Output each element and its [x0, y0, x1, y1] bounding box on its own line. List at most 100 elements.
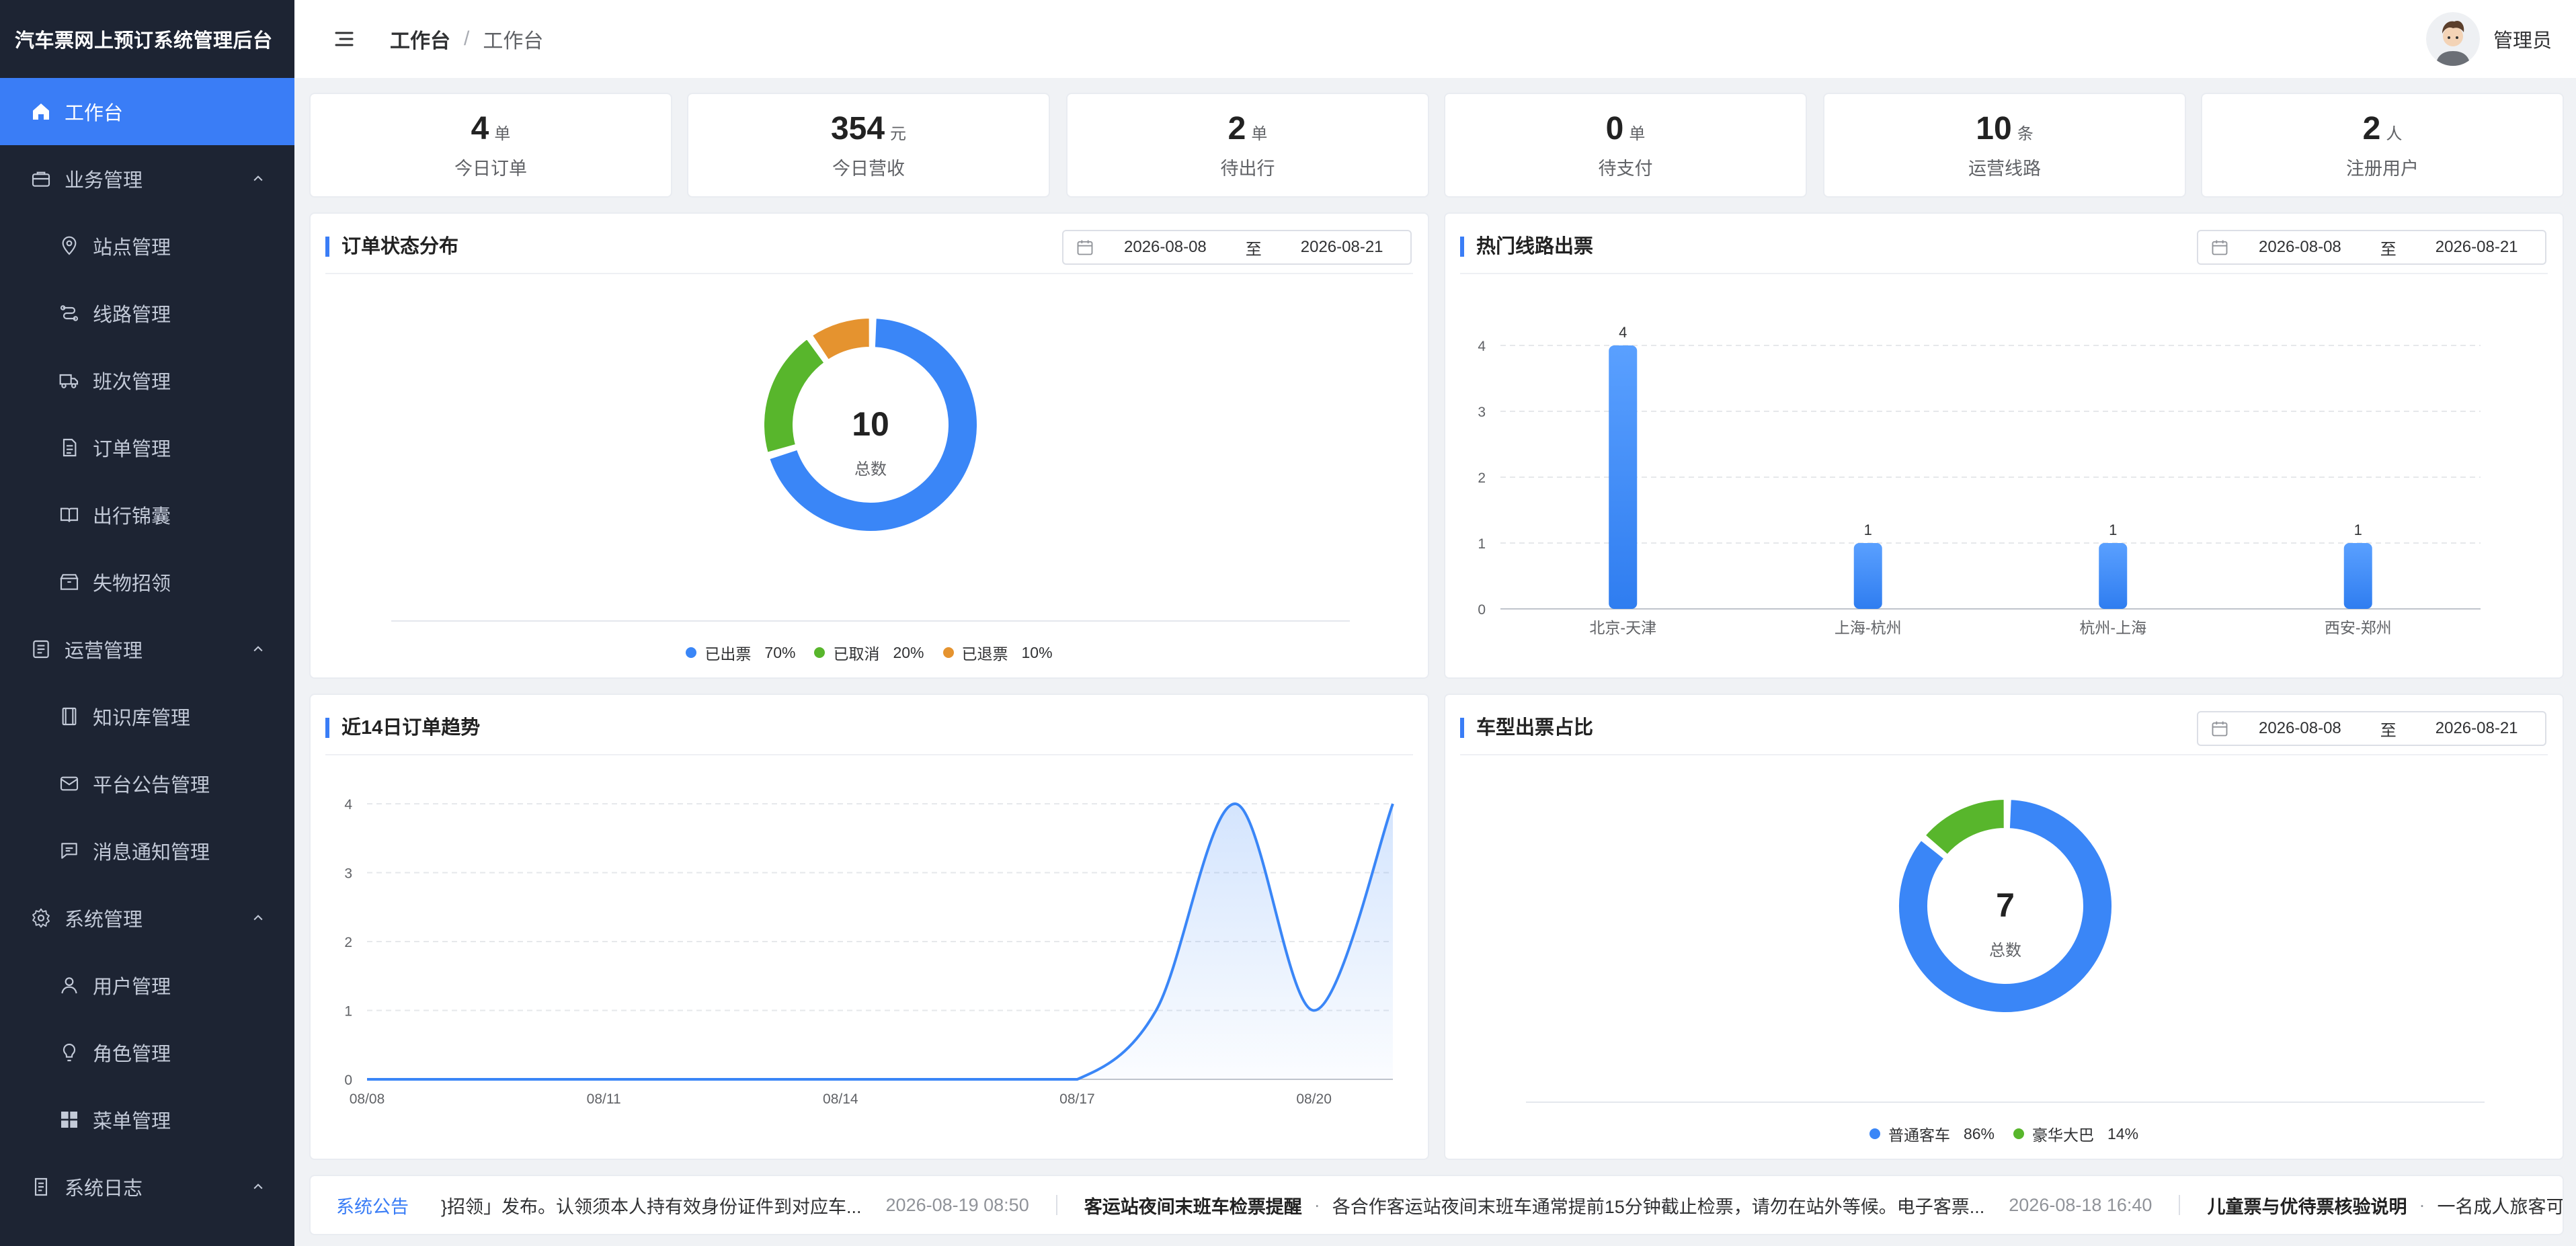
sidebar-item-box[interactable]: 失物招领	[0, 548, 294, 616]
panel-title: 车型出票占比	[1460, 718, 1593, 738]
notice-separator	[1055, 1195, 1057, 1215]
notice-item-title[interactable]: 客运站夜间末班车检票提醒	[1084, 1192, 1302, 1218]
panel-title: 订单状态分布	[325, 237, 458, 257]
user-icon	[58, 974, 81, 997]
stat-value: 2单	[1227, 111, 1268, 147]
gear-icon	[30, 907, 52, 929]
date-range-picker[interactable]: 2026-08-08 至 2026-08-21	[1062, 230, 1412, 265]
x-tick-label: 08/11	[587, 1091, 621, 1107]
vehicle-type-panel: 车型出票占比 2026-08-08 至 2026-08-21 7 总数 普通客车 8…	[1444, 694, 2564, 1160]
bar-value-label: 1	[2109, 522, 2117, 538]
date-range-picker[interactable]: 2026-08-08 至 2026-08-21	[2197, 711, 2546, 746]
stat-value: 2人	[2362, 111, 2403, 147]
x-tick-label: 08/08	[350, 1091, 385, 1107]
calendar-icon	[1077, 240, 1093, 255]
sidebar-item-book[interactable]: 出行锦囊	[0, 481, 294, 548]
legend-item[interactable]: 已退票 10%	[942, 641, 1053, 664]
legend-dot	[686, 647, 697, 658]
stat-label: 今日营收	[832, 159, 905, 179]
sidebar-item-briefcase[interactable]: 业务管理	[0, 145, 294, 212]
truck-icon	[58, 369, 81, 392]
breadcrumb-current: 工作台	[483, 30, 544, 52]
chevron-up-icon[interactable]	[251, 911, 265, 925]
date-range-picker[interactable]: 2026-08-08 至 2026-08-21	[2197, 230, 2546, 265]
notice-item[interactable]: 儿童票与优待票核验说明·一名成人旅客可...	[2207, 1192, 2563, 1218]
sidebar-item-truck[interactable]: 班次管理	[0, 347, 294, 414]
x-tick-label: 08/17	[1059, 1091, 1095, 1107]
vehicle-type-donut-chart: 7 总数	[1526, 797, 2485, 1103]
notice-item[interactable]: 客运站夜间末班车检票提醒 · 各合作客运站夜间末班车通常提前15分钟截止检票，请勿在…	[1084, 1192, 2152, 1218]
breadcrumb-root[interactable]: 工作台	[390, 24, 450, 54]
bar	[1609, 345, 1638, 609]
chevron-up-icon[interactable]	[251, 642, 265, 656]
bar-value-label: 1	[2354, 522, 2362, 538]
date-end[interactable]: 2026-08-21	[2436, 719, 2518, 738]
bar-value-label: 1	[1864, 522, 1872, 538]
date-separator: 至	[2380, 721, 2397, 740]
sidebar-item-mail[interactable]: 平台公告管理	[0, 750, 294, 817]
hot-routes-bar-chart: 0 1 2 3 4 4 北京-天津 1 上海-杭州 1 杭州-上海 1 西安-郑州	[1478, 324, 2481, 636]
sidebar-item-list[interactable]: 运营管理	[0, 616, 294, 683]
notice-item-title[interactable]: 儿童票与优待票核验说明	[2207, 1192, 2407, 1218]
calendar-icon	[2212, 240, 2228, 255]
legend-label: 豪华大巴	[2032, 1126, 2094, 1144]
date-end[interactable]: 2026-08-21	[1301, 238, 1383, 257]
location-icon	[58, 235, 81, 257]
sidebar-item-film[interactable]: 知识库管理	[0, 683, 294, 750]
route-icon	[58, 302, 81, 325]
sidebar-item-label: 班次管理	[93, 372, 171, 393]
legend-item[interactable]: 已取消 20%	[814, 641, 924, 664]
sidebar-item-home[interactable]: 工作台	[0, 78, 294, 145]
legend-item[interactable]: 已出票 70%	[686, 641, 795, 664]
x-tick-label: 08/20	[1296, 1091, 1332, 1107]
sidebar-item-label: 知识库管理	[93, 708, 191, 729]
date-start[interactable]: 2026-08-08	[1124, 238, 1207, 257]
chevron-up-icon[interactable]	[251, 172, 265, 185]
sidebar-item-label: 平台公告管理	[93, 775, 210, 796]
sidebar-item-location[interactable]: 站点管理	[0, 212, 294, 280]
x-tick-label: 西安-郑州	[2325, 619, 2392, 636]
sidebar-item-grid[interactable]: 菜单管理	[0, 1086, 294, 1153]
chevron-up-icon[interactable]	[251, 1180, 265, 1194]
notice-title[interactable]: 系统公告	[336, 1192, 409, 1218]
vehicle-type-legend: 普通客车 86% 豪华大巴 14%	[1445, 1122, 2563, 1145]
order-trend-area-chart: 0 1 2 3 4 08/08 08/11 08/14 08/17 08/20	[344, 797, 1394, 1107]
date-start[interactable]: 2026-08-08	[2259, 719, 2341, 738]
legend-percent: 20%	[893, 643, 924, 661]
legend-label: 普通客车	[1888, 1126, 1950, 1144]
sidebar-item-log[interactable]: 系统日志	[0, 1153, 294, 1220]
user-name[interactable]: 管理员	[2493, 25, 2552, 53]
stat-label: 运营线路	[1968, 159, 2041, 179]
legend-item[interactable]: 普通客车 86%	[1869, 1122, 1995, 1145]
order-status-donut-chart: 10 总数	[391, 316, 1350, 622]
sidebar-item-label: 菜单管理	[93, 1111, 171, 1132]
date-start[interactable]: 2026-08-08	[2259, 238, 2341, 257]
sidebar-item-label: 工作台	[65, 103, 124, 124]
donut-slice	[762, 336, 827, 455]
x-tick-label: 上海-杭州	[1835, 619, 1902, 636]
sidebar-item-label: 系统日志	[65, 1178, 143, 1200]
user-menu[interactable]: 管理员	[2425, 12, 2552, 66]
trend-panel: 近14日订单趋势 0 1 2 3 4 08/08 08/11 08/14 08/17 08/20	[309, 694, 1429, 1160]
sidebar-item-route[interactable]: 线路管理	[0, 280, 294, 347]
legend-item[interactable]: 豪华大巴 14%	[2013, 1122, 2138, 1145]
sidebar-item-user[interactable]: 用户管理	[0, 952, 294, 1019]
y-tick-label: 0	[344, 1073, 352, 1088]
panel-title: 近14日订单趋势	[325, 718, 480, 738]
avatar[interactable]	[2425, 12, 2480, 66]
legend-label: 已退票	[961, 645, 1008, 663]
sidebar-item-bulb[interactable]: 角色管理	[0, 1019, 294, 1086]
notice-item-time: 2026-08-19 08:50	[885, 1194, 1029, 1215]
x-tick-label: 08/14	[823, 1091, 858, 1107]
sidebar-item-document[interactable]: 订单管理	[0, 414, 294, 481]
date-separator: 至	[2380, 240, 2397, 259]
briefcase-icon	[30, 167, 52, 190]
sidebar-item-label: 业务管理	[65, 170, 143, 192]
sidebar-item-gear[interactable]: 系统管理	[0, 884, 294, 952]
notice-item[interactable]: }招领」发布。认领须本人持有效身份证件到对应车... 2026-08-19 08:…	[441, 1192, 1029, 1218]
date-end[interactable]: 2026-08-21	[2436, 238, 2518, 257]
bulb-icon	[58, 1041, 81, 1064]
hamburger-menu-icon[interactable]	[332, 27, 356, 51]
legend-dot	[942, 647, 954, 658]
sidebar-item-message[interactable]: 消息通知管理	[0, 817, 294, 884]
